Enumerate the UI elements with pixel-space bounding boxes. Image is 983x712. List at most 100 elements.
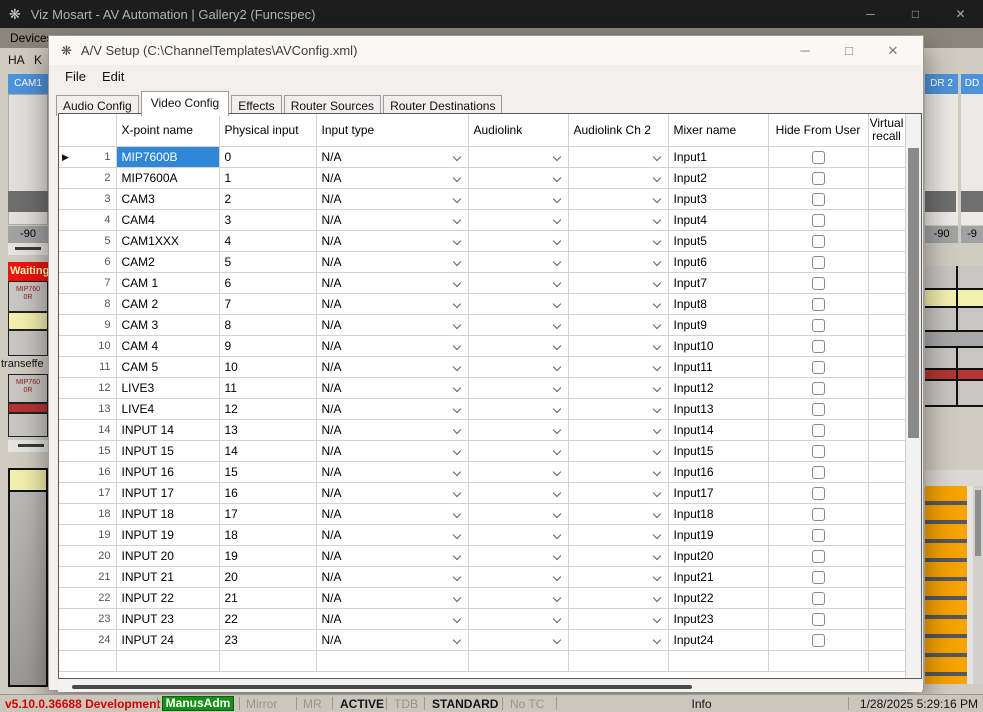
row-header[interactable]: 22 <box>59 587 116 608</box>
channel-header-cam1[interactable]: CAM1 <box>8 74 48 94</box>
hide-from-user-cell[interactable] <box>768 251 868 272</box>
hide-from-user-cell[interactable] <box>768 503 868 524</box>
physical-input-cell[interactable]: 16 <box>219 482 316 503</box>
chevron-down-icon[interactable] <box>452 362 460 370</box>
hide-from-user-checkbox[interactable] <box>812 613 825 626</box>
mixer-name-cell[interactable]: Input23 <box>668 608 768 629</box>
mixer-name-cell[interactable]: Input18 <box>668 503 768 524</box>
chevron-down-icon[interactable] <box>552 425 560 433</box>
xpoint-name-cell[interactable]: INPUT 15 <box>116 440 219 461</box>
grid-horizontal-scrollbar[interactable] <box>58 681 922 692</box>
physical-input-cell[interactable]: 21 <box>219 587 316 608</box>
hide-from-user-checkbox[interactable] <box>812 403 825 416</box>
chevron-down-icon[interactable] <box>652 173 660 181</box>
chevron-down-icon[interactable] <box>552 614 560 622</box>
table-row[interactable]: ▶1MIP7600B0N/AInput1 <box>59 146 905 167</box>
input-type-cell[interactable]: N/A <box>316 587 468 608</box>
row-header[interactable]: 13 <box>59 398 116 419</box>
mixer-name-cell[interactable]: Input19 <box>668 524 768 545</box>
hide-from-user-checkbox[interactable] <box>812 214 825 227</box>
hide-from-user-checkbox[interactable] <box>812 571 825 584</box>
chevron-down-icon[interactable] <box>552 236 560 244</box>
input-type-cell[interactable]: N/A <box>316 482 468 503</box>
yellow-cell[interactable] <box>8 312 48 330</box>
audiolink-cell[interactable] <box>468 524 568 545</box>
physical-input-cell[interactable]: 1 <box>219 167 316 188</box>
hide-from-user-cell[interactable] <box>768 524 868 545</box>
table-row[interactable]: 15INPUT 1514N/AInput15 <box>59 440 905 461</box>
column-header-audiolink[interactable]: Audiolink <box>468 114 568 146</box>
chevron-down-icon[interactable] <box>552 152 560 160</box>
row-header[interactable]: 16 <box>59 461 116 482</box>
xpoint-name-cell[interactable]: INPUT 16 <box>116 461 219 482</box>
fader-track[interactable] <box>8 440 48 452</box>
virtual-recall-cell[interactable] <box>868 629 905 650</box>
xpoint-name-cell[interactable]: INPUT 23 <box>116 608 219 629</box>
hide-from-user-cell[interactable] <box>768 314 868 335</box>
chevron-down-icon[interactable] <box>652 425 660 433</box>
physical-input-cell[interactable]: 9 <box>219 335 316 356</box>
audiolink-cell[interactable] <box>468 209 568 230</box>
chevron-down-icon[interactable] <box>452 551 460 559</box>
chevron-down-icon[interactable] <box>552 572 560 580</box>
right-scrollbar[interactable] <box>973 486 983 684</box>
hide-from-user-checkbox[interactable] <box>812 466 825 479</box>
dialog-titlebar[interactable]: ❋ A/V Setup (C:\ChannelTemplates\AVConfi… <box>49 36 923 65</box>
hide-from-user-checkbox[interactable] <box>812 634 825 647</box>
hide-from-user-cell[interactable] <box>768 188 868 209</box>
hide-from-user-checkbox[interactable] <box>812 319 825 332</box>
physical-input-cell[interactable]: 19 <box>219 545 316 566</box>
table-row[interactable]: 22INPUT 2221N/AInput22 <box>59 587 905 608</box>
input-type-cell[interactable]: N/A <box>316 167 468 188</box>
audiolink-ch2-cell[interactable] <box>568 251 668 272</box>
virtual-recall-cell[interactable] <box>868 440 905 461</box>
audiolink-ch2-cell[interactable] <box>568 440 668 461</box>
audiolink-cell[interactable] <box>468 167 568 188</box>
xpoint-name-cell[interactable]: MIP7600B <box>116 146 219 167</box>
hide-from-user-checkbox[interactable] <box>812 172 825 185</box>
column-header-hide-from-user[interactable]: Hide From User <box>768 114 868 146</box>
virtual-recall-cell[interactable] <box>868 545 905 566</box>
row-header[interactable]: 4 <box>59 209 116 230</box>
table-row[interactable]: 18INPUT 1817N/AInput18 <box>59 503 905 524</box>
shortcut-block[interactable] <box>925 486 967 501</box>
physical-input-cell[interactable]: 4 <box>219 230 316 251</box>
chevron-down-icon[interactable] <box>652 530 660 538</box>
chevron-down-icon[interactable] <box>652 362 660 370</box>
xpoint-name-cell[interactable]: INPUT 14 <box>116 419 219 440</box>
column-header-row-selector[interactable] <box>59 114 116 146</box>
virtual-recall-cell[interactable] <box>868 314 905 335</box>
chevron-down-icon[interactable] <box>652 404 660 412</box>
xpoint-name-cell[interactable]: CAM 5 <box>116 356 219 377</box>
mixer-name-cell[interactable]: Input8 <box>668 293 768 314</box>
minimize-icon[interactable]: ─ <box>848 0 893 28</box>
input-type-cell[interactable]: N/A <box>316 398 468 419</box>
menu-file[interactable]: File <box>65 69 86 84</box>
chevron-down-icon[interactable] <box>552 446 560 454</box>
virtual-recall-cell[interactable] <box>868 482 905 503</box>
input-type-cell[interactable]: N/A <box>316 419 468 440</box>
audiolink-cell[interactable] <box>468 503 568 524</box>
minimize-icon[interactable]: ─ <box>783 36 827 65</box>
right-scrollbar-thumb[interactable] <box>975 490 981 556</box>
audiolink-ch2-cell[interactable] <box>568 461 668 482</box>
hide-from-user-cell[interactable] <box>768 587 868 608</box>
hide-from-user-cell[interactable] <box>768 377 868 398</box>
audiolink-cell[interactable] <box>468 146 568 167</box>
hide-from-user-checkbox[interactable] <box>812 151 825 164</box>
audiolink-ch2-cell[interactable] <box>568 629 668 650</box>
input-type-cell[interactable]: N/A <box>316 230 468 251</box>
chevron-down-icon[interactable] <box>652 488 660 496</box>
virtual-recall-cell[interactable] <box>868 461 905 482</box>
shortcut-block[interactable] <box>925 524 967 539</box>
toolbar-item-k[interactable]: K <box>34 53 42 67</box>
table-row[interactable]: 11CAM 510N/AInput11 <box>59 356 905 377</box>
audiolink-ch2-cell[interactable] <box>568 356 668 377</box>
input-type-cell[interactable]: N/A <box>316 566 468 587</box>
channel-header-dd[interactable]: DD <box>961 74 983 94</box>
table-row[interactable]: 13LIVE412N/AInput13 <box>59 398 905 419</box>
row-header[interactable]: 23 <box>59 608 116 629</box>
xpoint-name-cell[interactable]: INPUT 21 <box>116 566 219 587</box>
hide-from-user-checkbox[interactable] <box>812 508 825 521</box>
device-box[interactable]: MIP760 0R <box>8 374 48 403</box>
